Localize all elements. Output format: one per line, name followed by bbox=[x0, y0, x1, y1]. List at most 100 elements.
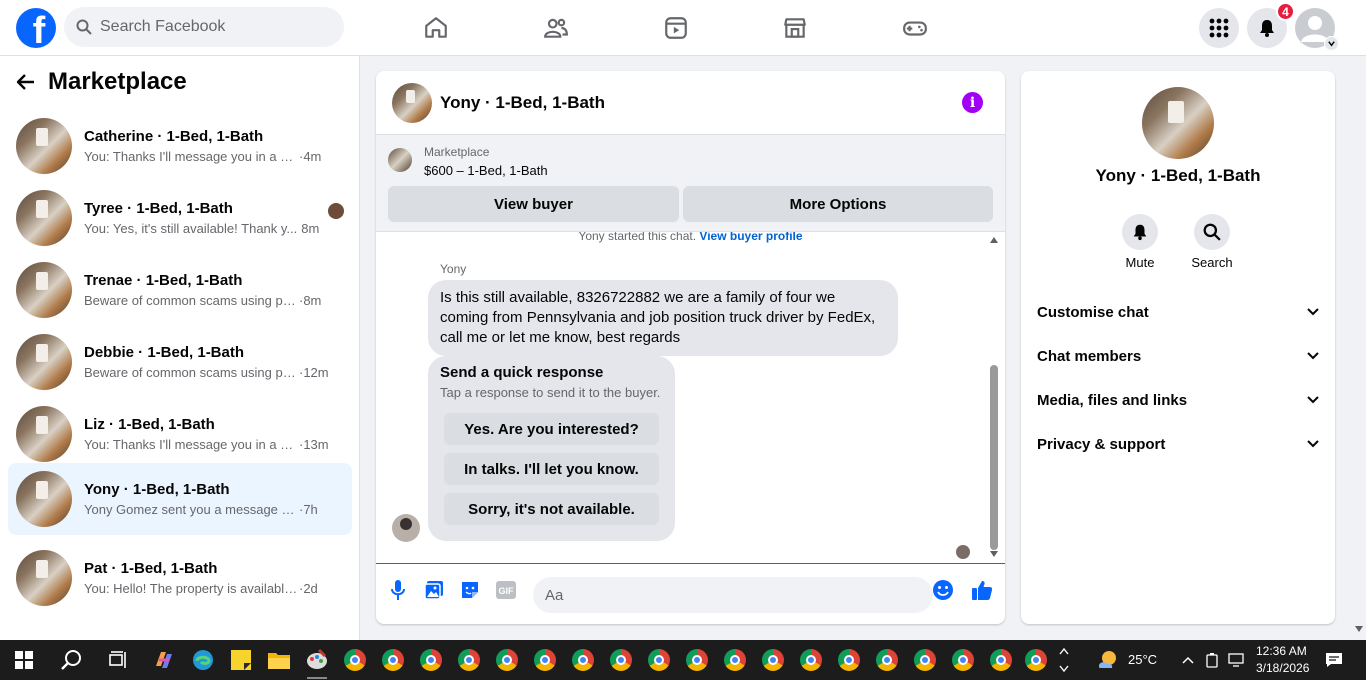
conversation-item[interactable]: Liz · 1-Bed, 1-Bath You: Thanks I'll mes… bbox=[8, 399, 352, 469]
network-icon[interactable] bbox=[1226, 646, 1246, 674]
microphone-icon[interactable] bbox=[386, 578, 410, 602]
info-icon[interactable]: i bbox=[962, 92, 983, 113]
chrome-icon[interactable] bbox=[987, 646, 1015, 674]
notifications-button[interactable]: 4 bbox=[1247, 2, 1295, 48]
emoji-icon[interactable] bbox=[931, 578, 955, 602]
chrome-icon[interactable] bbox=[797, 646, 825, 674]
read-receipt-avatar bbox=[956, 545, 970, 559]
conversation-item[interactable]: Debbie · 1-Bed, 1-Bath Beware of common … bbox=[8, 327, 352, 397]
search-conversation-button[interactable]: Search bbox=[1182, 214, 1242, 270]
conversation-time: ·12m bbox=[299, 365, 329, 380]
quick-reply-in-talks[interactable]: In talks. I'll let you know. bbox=[444, 453, 659, 485]
chrome-icon[interactable] bbox=[911, 646, 939, 674]
task-view-icon[interactable] bbox=[105, 646, 133, 674]
conversation-preview: You: Yes, it's still available! Thank y.… bbox=[84, 221, 298, 236]
gif-icon[interactable]: GIF bbox=[494, 578, 518, 602]
chrome-icon[interactable] bbox=[1022, 646, 1050, 674]
message-input[interactable] bbox=[533, 577, 933, 613]
customise-chat-section[interactable]: Customise chat bbox=[1029, 290, 1327, 334]
svg-text:GIF: GIF bbox=[499, 586, 515, 596]
conversation-item[interactable]: Tyree · 1-Bed, 1-Bath You: Yes, it's sti… bbox=[8, 183, 352, 253]
page-scrollbar[interactable] bbox=[1351, 56, 1366, 640]
chrome-icon[interactable] bbox=[873, 646, 901, 674]
clock-time[interactable]: 12:36 AM bbox=[1256, 644, 1307, 658]
conversation-item[interactable]: Trenae · 1-Bed, 1-Bath Beware of common … bbox=[8, 255, 352, 325]
chat-title[interactable]: Yony · 1-Bed, 1-Bath bbox=[440, 93, 605, 113]
battery-icon[interactable] bbox=[1202, 646, 1222, 674]
taskbar-overflow-arrows[interactable] bbox=[1056, 646, 1072, 674]
details-name: Yony · 1-Bed, 1-Bath bbox=[1095, 166, 1261, 185]
chrome-icon[interactable] bbox=[455, 646, 483, 674]
facebook-logo[interactable]: f bbox=[16, 8, 56, 48]
scroll-down-icon[interactable] bbox=[990, 551, 998, 557]
listing-price[interactable]: $600 – 1-Bed, 1-Bath bbox=[424, 163, 548, 178]
thumbs-up-icon[interactable] bbox=[970, 578, 994, 602]
chrome-icon[interactable] bbox=[759, 646, 787, 674]
video-icon[interactable] bbox=[656, 8, 696, 48]
chrome-icon[interactable] bbox=[949, 646, 977, 674]
home-icon[interactable] bbox=[416, 8, 456, 48]
notification-center-icon[interactable] bbox=[1320, 646, 1348, 674]
search-input[interactable] bbox=[100, 18, 320, 36]
conversation-preview: You: Hello! The property is available. A… bbox=[84, 581, 299, 596]
chrome-icon[interactable] bbox=[645, 646, 673, 674]
privacy-support-section[interactable]: Privacy & support bbox=[1029, 422, 1327, 466]
scroll-down-icon[interactable] bbox=[1355, 626, 1363, 632]
copilot-icon[interactable] bbox=[150, 646, 178, 674]
view-buyer-profile-link[interactable]: View buyer profile bbox=[699, 232, 802, 243]
friends-icon[interactable] bbox=[536, 8, 576, 48]
view-buyer-button[interactable]: View buyer bbox=[388, 186, 679, 222]
menu-grid-button[interactable] bbox=[1199, 8, 1239, 48]
chrome-icon[interactable] bbox=[341, 646, 369, 674]
windows-start-icon[interactable] bbox=[10, 646, 38, 674]
edge-icon[interactable] bbox=[189, 646, 217, 674]
taskbar-search-icon[interactable] bbox=[58, 646, 86, 674]
weather-icon[interactable] bbox=[1093, 646, 1121, 674]
chat-members-section[interactable]: Chat members bbox=[1029, 334, 1327, 378]
chrome-icon[interactable] bbox=[417, 646, 445, 674]
chrome-icon[interactable] bbox=[569, 646, 597, 674]
sticker-icon[interactable] bbox=[458, 578, 482, 602]
message-bubble: Is this still available, 8326722882 we a… bbox=[428, 280, 898, 356]
account-avatar[interactable] bbox=[1295, 8, 1339, 51]
chevron-down-icon bbox=[1307, 396, 1319, 404]
conversation-item-active[interactable]: Yony · 1-Bed, 1-Bath Yony Gomez sent you… bbox=[8, 463, 352, 535]
conversation-preview: Beware of common scams using pa... bbox=[84, 365, 299, 380]
sticky-notes-icon[interactable] bbox=[227, 646, 255, 674]
gaming-icon[interactable] bbox=[895, 8, 935, 48]
quick-reply-interested[interactable]: Yes. Are you interested? bbox=[444, 413, 659, 445]
quick-reply-not-available[interactable]: Sorry, it's not available. bbox=[444, 493, 659, 525]
conversation-time: ·2d bbox=[299, 581, 318, 596]
chrome-icon[interactable] bbox=[683, 646, 711, 674]
listing-thumbnail bbox=[16, 471, 72, 527]
chrome-icon[interactable] bbox=[721, 646, 749, 674]
chat-header: Yony · 1-Bed, 1-Bath i bbox=[376, 71, 1005, 135]
chat-details-panel: Yony · 1-Bed, 1-Bath Mute Search Customi… bbox=[1021, 71, 1335, 624]
chrome-icon[interactable] bbox=[531, 646, 559, 674]
weather-temperature[interactable]: 25°C bbox=[1128, 652, 1157, 667]
file-explorer-icon[interactable] bbox=[265, 646, 293, 674]
chrome-icon[interactable] bbox=[607, 646, 635, 674]
conversation-preview: You: Thanks I'll message you in a m... bbox=[84, 437, 299, 452]
conversation-item[interactable]: Pat · 1-Bed, 1-Bath You: Hello! The prop… bbox=[8, 543, 352, 613]
chrome-icon[interactable] bbox=[379, 646, 407, 674]
conversation-name: Pat · 1-Bed, 1-Bath bbox=[84, 560, 218, 577]
chrome-icon[interactable] bbox=[493, 646, 521, 674]
marketplace-icon[interactable] bbox=[775, 8, 815, 48]
clock-date[interactable]: 3/18/2026 bbox=[1256, 661, 1309, 675]
media-files-links-section[interactable]: Media, files and links bbox=[1029, 378, 1327, 422]
search-box[interactable] bbox=[64, 7, 344, 47]
search-icon bbox=[76, 19, 92, 35]
back-arrow-icon[interactable] bbox=[16, 72, 36, 92]
mute-button[interactable]: Mute bbox=[1110, 214, 1170, 270]
scroll-thumb[interactable] bbox=[990, 365, 998, 550]
conversation-item[interactable]: Catherine · 1-Bed, 1-Bath You: Thanks I'… bbox=[8, 111, 352, 181]
chat-scrollbar[interactable] bbox=[989, 235, 999, 560]
tray-chevron-up-icon[interactable] bbox=[1180, 646, 1196, 674]
photo-icon[interactable] bbox=[422, 578, 446, 602]
chat-avatar[interactable] bbox=[392, 82, 432, 123]
paint-app-icon[interactable] bbox=[303, 646, 331, 674]
scroll-up-icon[interactable] bbox=[990, 237, 998, 243]
more-options-button[interactable]: More Options bbox=[683, 186, 993, 222]
chrome-icon[interactable] bbox=[835, 646, 863, 674]
